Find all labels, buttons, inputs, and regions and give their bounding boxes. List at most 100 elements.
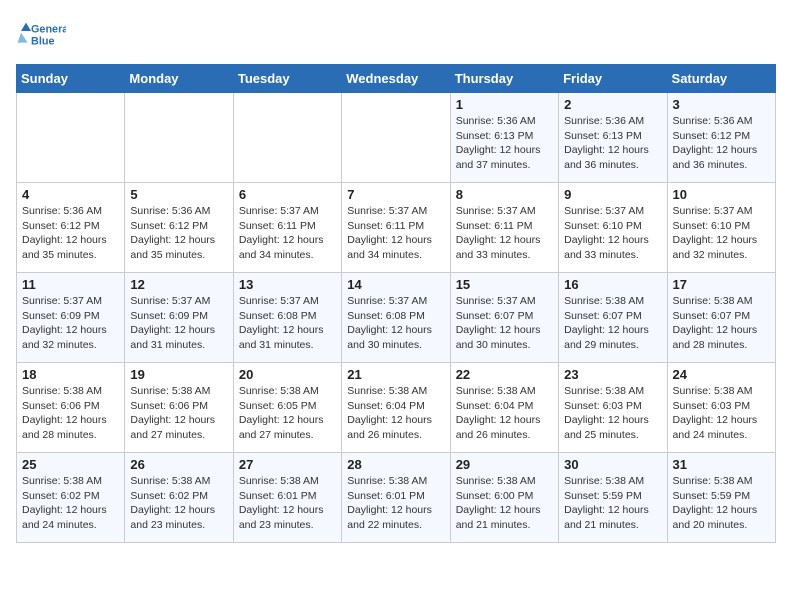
day-number: 21: [347, 367, 444, 382]
day-info: Sunrise: 5:38 AM Sunset: 6:03 PM Dayligh…: [564, 384, 661, 443]
day-info: Sunrise: 5:38 AM Sunset: 6:06 PM Dayligh…: [22, 384, 119, 443]
calendar-cell: 23 Sunrise: 5:38 AM Sunset: 6:03 PM Dayli…: [559, 363, 667, 453]
day-number: 31: [673, 457, 770, 472]
calendar-cell: 19 Sunrise: 5:38 AM Sunset: 6:06 PM Dayli…: [125, 363, 233, 453]
day-info: Sunrise: 5:37 AM Sunset: 6:11 PM Dayligh…: [456, 204, 553, 263]
day-info: Sunrise: 5:37 AM Sunset: 6:10 PM Dayligh…: [564, 204, 661, 263]
calendar-cell: 20 Sunrise: 5:38 AM Sunset: 6:05 PM Dayli…: [233, 363, 341, 453]
day-number: 19: [130, 367, 227, 382]
day-number: 9: [564, 187, 661, 202]
day-info: Sunrise: 5:38 AM Sunset: 6:05 PM Dayligh…: [239, 384, 336, 443]
calendar-cell: 11 Sunrise: 5:37 AM Sunset: 6:09 PM Dayli…: [17, 273, 125, 363]
calendar-cell: 14 Sunrise: 5:37 AM Sunset: 6:08 PM Dayli…: [342, 273, 450, 363]
calendar-cell: 24 Sunrise: 5:38 AM Sunset: 6:03 PM Dayli…: [667, 363, 775, 453]
header-thursday: Thursday: [450, 65, 558, 93]
day-info: Sunrise: 5:37 AM Sunset: 6:09 PM Dayligh…: [22, 294, 119, 353]
calendar-cell: 17 Sunrise: 5:38 AM Sunset: 6:07 PM Dayli…: [667, 273, 775, 363]
day-number: 20: [239, 367, 336, 382]
calendar-week-2: 4 Sunrise: 5:36 AM Sunset: 6:12 PM Daylig…: [17, 183, 776, 273]
day-info: Sunrise: 5:37 AM Sunset: 6:08 PM Dayligh…: [239, 294, 336, 353]
day-number: 22: [456, 367, 553, 382]
day-info: Sunrise: 5:38 AM Sunset: 6:01 PM Dayligh…: [347, 474, 444, 533]
day-number: 6: [239, 187, 336, 202]
day-number: 8: [456, 187, 553, 202]
calendar-cell: 5 Sunrise: 5:36 AM Sunset: 6:12 PM Daylig…: [125, 183, 233, 273]
day-info: Sunrise: 5:37 AM Sunset: 6:11 PM Dayligh…: [347, 204, 444, 263]
calendar-cell: 25 Sunrise: 5:38 AM Sunset: 6:02 PM Dayli…: [17, 453, 125, 543]
calendar-cell: 1 Sunrise: 5:36 AM Sunset: 6:13 PM Daylig…: [450, 93, 558, 183]
day-number: 27: [239, 457, 336, 472]
day-number: 24: [673, 367, 770, 382]
day-info: Sunrise: 5:38 AM Sunset: 6:06 PM Dayligh…: [130, 384, 227, 443]
day-info: Sunrise: 5:38 AM Sunset: 6:03 PM Dayligh…: [673, 384, 770, 443]
day-info: Sunrise: 5:36 AM Sunset: 6:13 PM Dayligh…: [564, 114, 661, 173]
header-monday: Monday: [125, 65, 233, 93]
calendar-cell: 7 Sunrise: 5:37 AM Sunset: 6:11 PM Daylig…: [342, 183, 450, 273]
day-info: Sunrise: 5:38 AM Sunset: 5:59 PM Dayligh…: [564, 474, 661, 533]
day-number: 11: [22, 277, 119, 292]
day-number: 15: [456, 277, 553, 292]
calendar-cell: 12 Sunrise: 5:37 AM Sunset: 6:09 PM Dayli…: [125, 273, 233, 363]
day-info: Sunrise: 5:38 AM Sunset: 6:04 PM Dayligh…: [456, 384, 553, 443]
day-number: 13: [239, 277, 336, 292]
header-tuesday: Tuesday: [233, 65, 341, 93]
day-info: Sunrise: 5:38 AM Sunset: 6:04 PM Dayligh…: [347, 384, 444, 443]
calendar-cell: 18 Sunrise: 5:38 AM Sunset: 6:06 PM Dayli…: [17, 363, 125, 453]
day-info: Sunrise: 5:38 AM Sunset: 6:02 PM Dayligh…: [22, 474, 119, 533]
day-info: Sunrise: 5:37 AM Sunset: 6:07 PM Dayligh…: [456, 294, 553, 353]
day-info: Sunrise: 5:38 AM Sunset: 6:07 PM Dayligh…: [564, 294, 661, 353]
day-number: 17: [673, 277, 770, 292]
calendar-cell: 16Sunrise: 5:38 AM Sunset: 6:07 PM Dayli…: [559, 273, 667, 363]
day-info: Sunrise: 5:36 AM Sunset: 6:12 PM Dayligh…: [22, 204, 119, 263]
logo-svg: General Blue: [16, 16, 66, 56]
calendar-cell: 10Sunrise: 5:37 AM Sunset: 6:10 PM Dayli…: [667, 183, 775, 273]
calendar-cell: 2Sunrise: 5:36 AM Sunset: 6:13 PM Daylig…: [559, 93, 667, 183]
calendar-week-3: 11 Sunrise: 5:37 AM Sunset: 6:09 PM Dayli…: [17, 273, 776, 363]
day-number: 3: [673, 97, 770, 112]
calendar-cell: 8 Sunrise: 5:37 AM Sunset: 6:11 PM Daylig…: [450, 183, 558, 273]
svg-text:General: General: [31, 24, 66, 36]
day-number: 14: [347, 277, 444, 292]
calendar-cell: 29Sunrise: 5:38 AM Sunset: 6:00 PM Dayli…: [450, 453, 558, 543]
calendar-cell: 9 Sunrise: 5:37 AM Sunset: 6:10 PM Daylig…: [559, 183, 667, 273]
day-number: 25: [22, 457, 119, 472]
header-sunday: Sunday: [17, 65, 125, 93]
calendar-cell: 15 Sunrise: 5:37 AM Sunset: 6:07 PM Dayli…: [450, 273, 558, 363]
day-number: 1: [456, 97, 553, 112]
day-number: 4: [22, 187, 119, 202]
calendar-cell: [233, 93, 341, 183]
day-info: Sunrise: 5:38 AM Sunset: 6:02 PM Dayligh…: [130, 474, 227, 533]
calendar-table: SundayMondayTuesdayWednesdayThursdayFrid…: [16, 64, 776, 543]
day-info: Sunrise: 5:37 AM Sunset: 6:09 PM Dayligh…: [130, 294, 227, 353]
calendar-cell: 4 Sunrise: 5:36 AM Sunset: 6:12 PM Daylig…: [17, 183, 125, 273]
header-friday: Friday: [559, 65, 667, 93]
calendar-week-4: 18 Sunrise: 5:38 AM Sunset: 6:06 PM Dayli…: [17, 363, 776, 453]
day-number: 29: [456, 457, 553, 472]
day-info: Sunrise: 5:38 AM Sunset: 6:07 PM Dayligh…: [673, 294, 770, 353]
calendar-cell: 26Sunrise: 5:38 AM Sunset: 6:02 PM Dayli…: [125, 453, 233, 543]
day-number: 23: [564, 367, 661, 382]
day-info: Sunrise: 5:37 AM Sunset: 6:10 PM Dayligh…: [673, 204, 770, 263]
day-info: Sunrise: 5:37 AM Sunset: 6:11 PM Dayligh…: [239, 204, 336, 263]
header-wednesday: Wednesday: [342, 65, 450, 93]
header-row: SundayMondayTuesdayWednesdayThursdayFrid…: [17, 65, 776, 93]
day-number: 7: [347, 187, 444, 202]
day-number: 12: [130, 277, 227, 292]
day-info: Sunrise: 5:36 AM Sunset: 6:13 PM Dayligh…: [456, 114, 553, 173]
calendar-cell: 22 Sunrise: 5:38 AM Sunset: 6:04 PM Dayli…: [450, 363, 558, 453]
calendar-cell: [125, 93, 233, 183]
logo: General Blue: [16, 16, 66, 56]
day-number: 30: [564, 457, 661, 472]
day-info: Sunrise: 5:37 AM Sunset: 6:08 PM Dayligh…: [347, 294, 444, 353]
calendar-cell: 28 Sunrise: 5:38 AM Sunset: 6:01 PM Dayli…: [342, 453, 450, 543]
day-number: 5: [130, 187, 227, 202]
calendar-week-1: 1 Sunrise: 5:36 AM Sunset: 6:13 PM Daylig…: [17, 93, 776, 183]
calendar-cell: [17, 93, 125, 183]
header-saturday: Saturday: [667, 65, 775, 93]
day-info: Sunrise: 5:38 AM Sunset: 6:01 PM Dayligh…: [239, 474, 336, 533]
day-info: Sunrise: 5:36 AM Sunset: 6:12 PM Dayligh…: [130, 204, 227, 263]
calendar-cell: 27 Sunrise: 5:38 AM Sunset: 6:01 PM Dayli…: [233, 453, 341, 543]
day-info: Sunrise: 5:38 AM Sunset: 5:59 PM Dayligh…: [673, 474, 770, 533]
day-number: 18: [22, 367, 119, 382]
day-number: 28: [347, 457, 444, 472]
